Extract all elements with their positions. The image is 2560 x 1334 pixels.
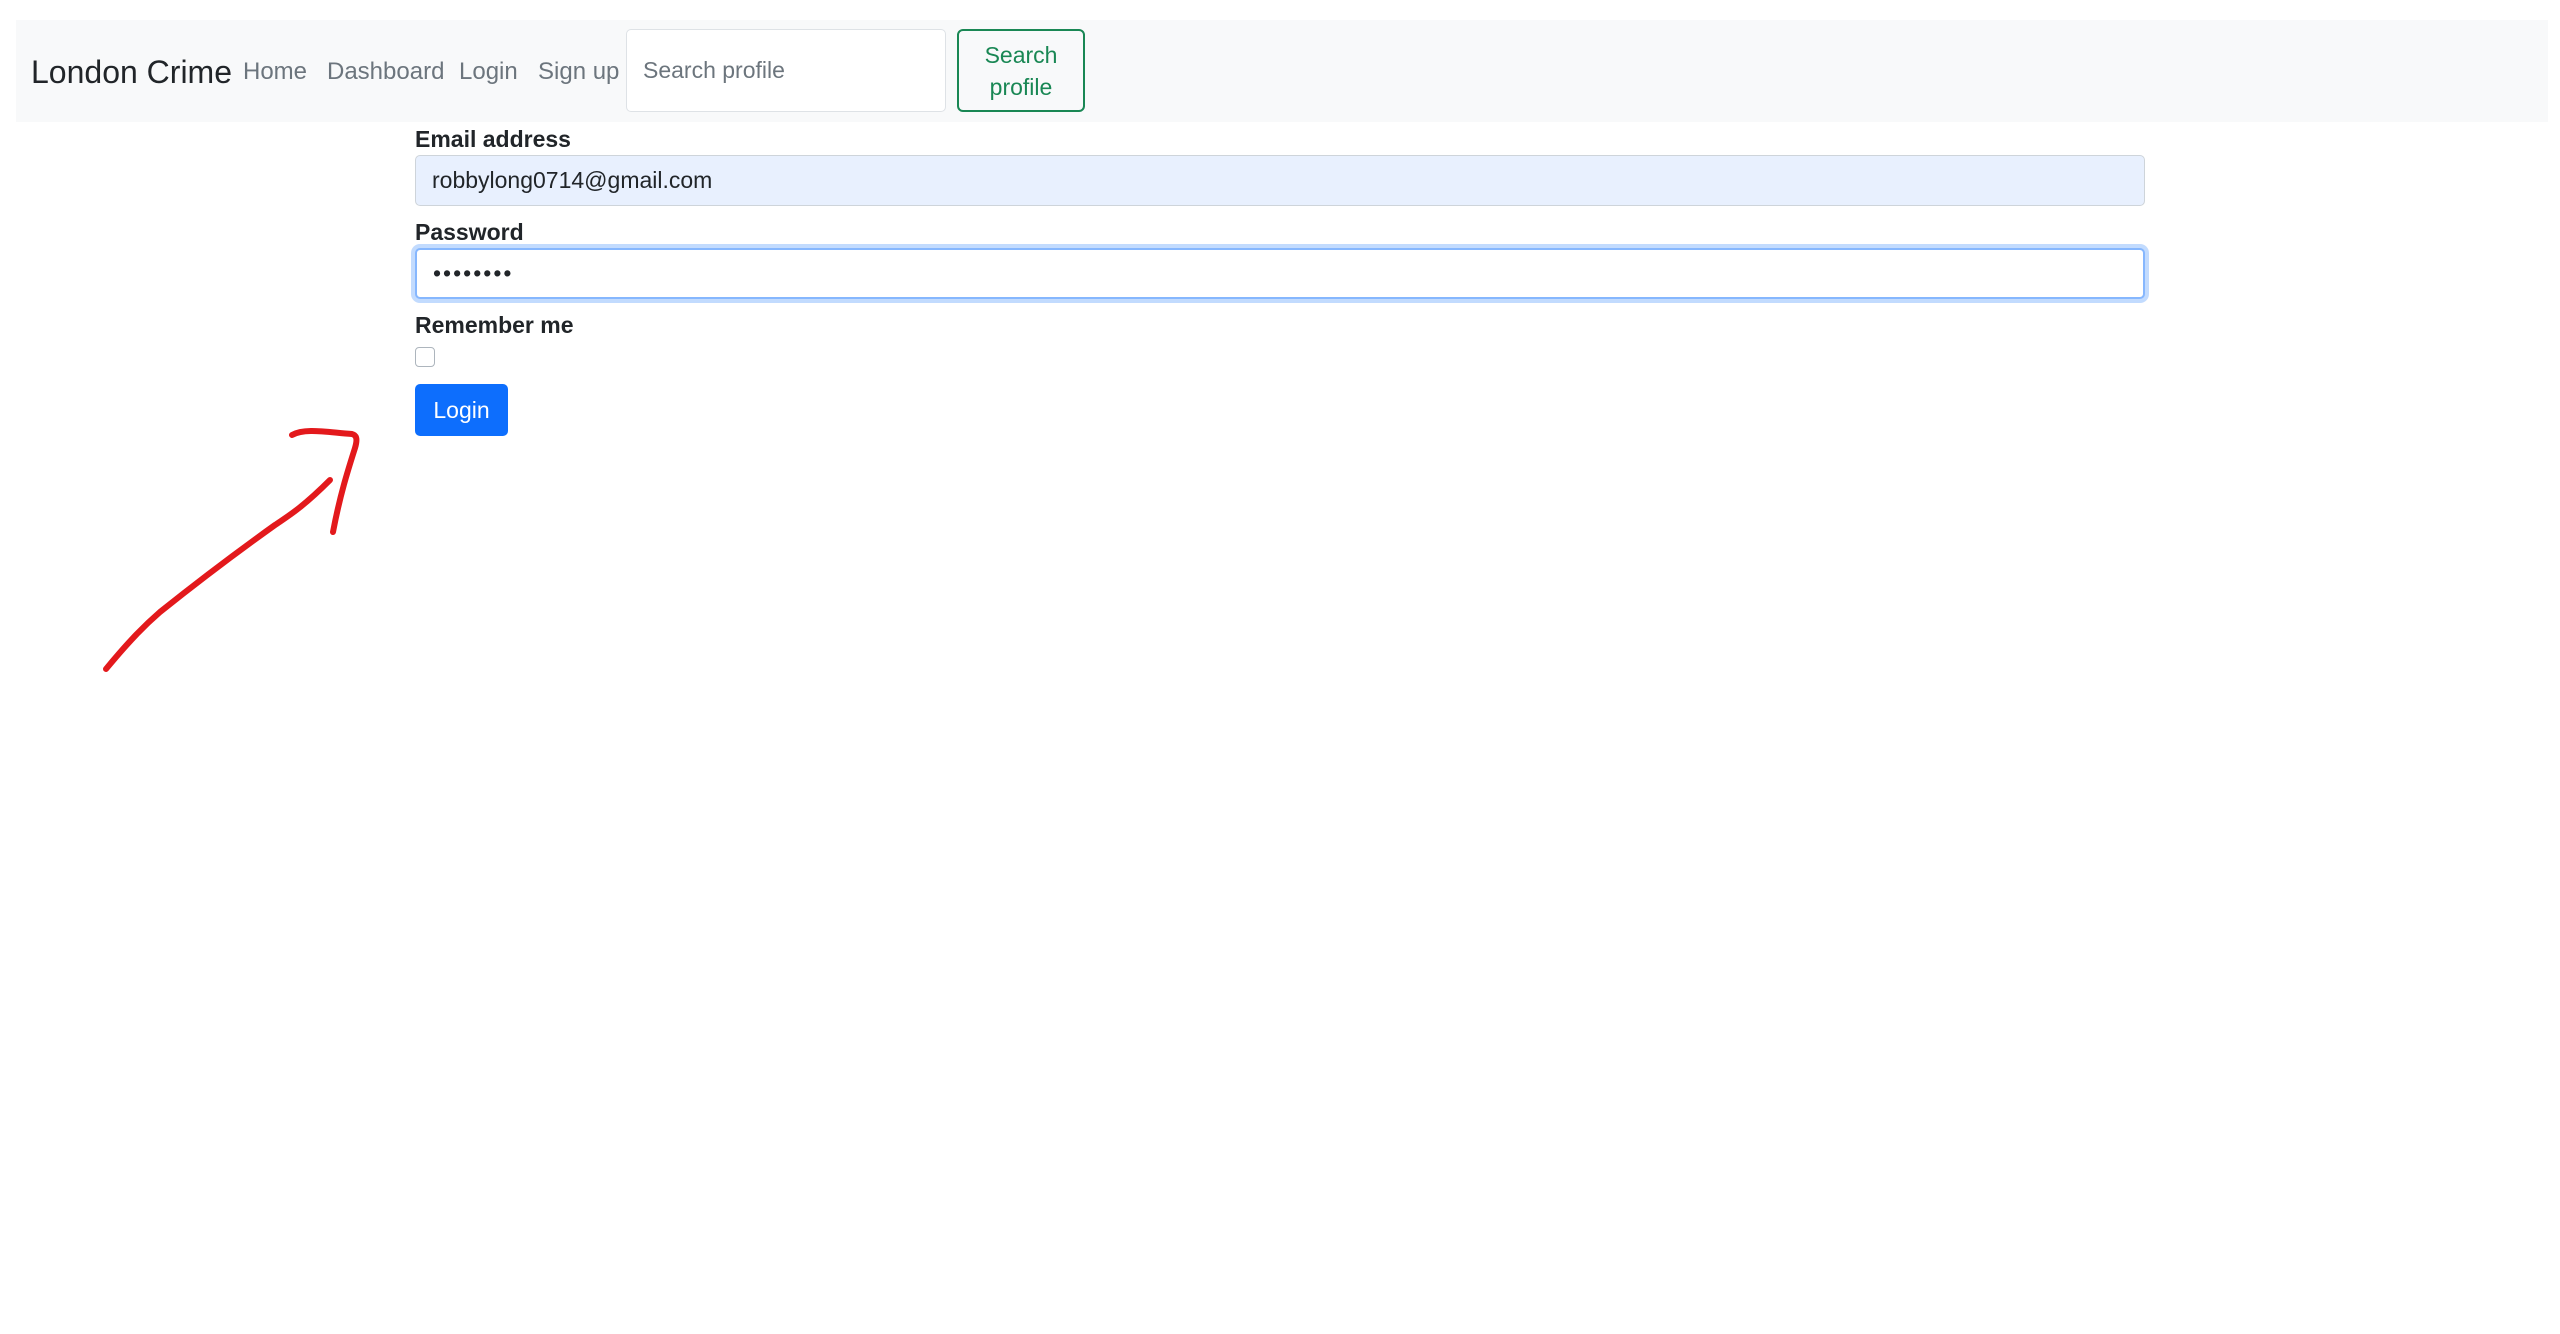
search-profile-button[interactable]: Search profile [957, 29, 1085, 112]
password-label: Password [415, 219, 524, 245]
login-page: London Crime Home Dashboard Login Sign u… [0, 0, 2560, 1334]
email-field[interactable] [415, 155, 2145, 206]
arrow-shaft [103, 477, 333, 672]
remember-me-label: Remember me [415, 312, 574, 338]
search-profile-input[interactable] [626, 29, 946, 112]
login-button[interactable]: Login [415, 384, 508, 436]
nav-link-home[interactable]: Home [243, 57, 307, 87]
email-label: Email address [415, 126, 571, 152]
password-field[interactable] [415, 248, 2145, 299]
hand-drawn-arrow-icon [103, 428, 360, 672]
navbar: London Crime Home Dashboard Login Sign u… [16, 20, 2548, 122]
nav-link-signup[interactable]: Sign up [538, 57, 619, 87]
nav-link-dashboard[interactable]: Dashboard [327, 57, 444, 87]
navbar-brand[interactable]: London Crime [31, 53, 232, 91]
remember-me-checkbox[interactable] [415, 347, 435, 367]
nav-link-login[interactable]: Login [459, 57, 518, 87]
